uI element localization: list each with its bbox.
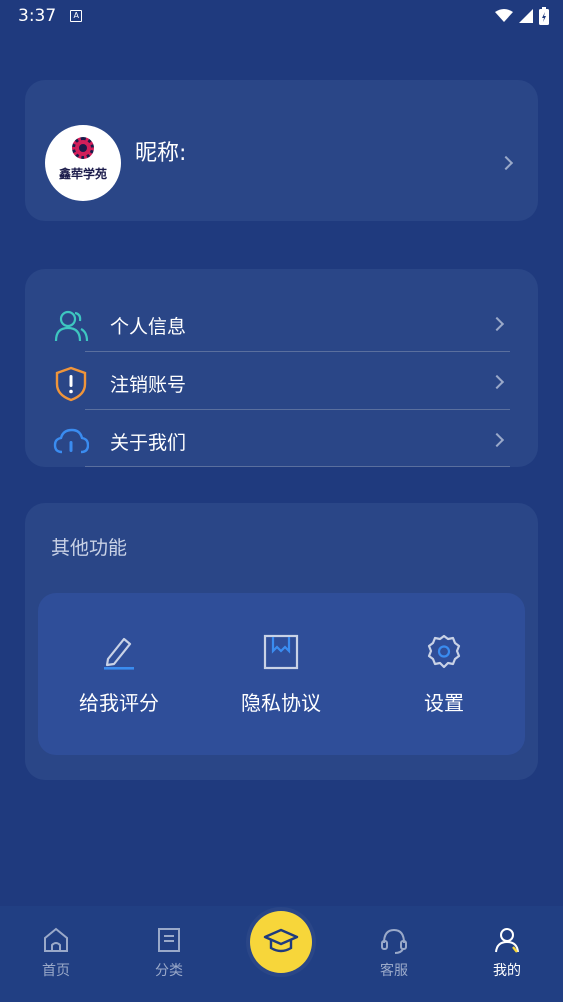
chevron-right-icon — [489, 374, 505, 390]
wifi-icon — [495, 9, 513, 22]
function-label: 给我评分 — [79, 691, 159, 715]
privacy-policy-button[interactable]: 隐私协议 — [200, 633, 362, 723]
tab-label: 首页 — [42, 963, 70, 979]
status-bar: 3:37 A — [0, 0, 563, 32]
menu-item-label: 个人信息 — [110, 316, 187, 338]
menu-item-personal-info[interactable]: 个人信息 — [25, 294, 538, 352]
chevron-right-icon — [489, 432, 505, 448]
bookmark-doc-icon — [263, 634, 299, 670]
gear-icon — [427, 634, 461, 669]
chevron-right-icon — [498, 155, 514, 171]
profile-card[interactable]: 鑫荦学苑 昵称: — [25, 80, 538, 221]
rate-us-button[interactable]: 给我评分 — [38, 633, 200, 723]
tab-customer-service[interactable]: 客服 — [354, 926, 434, 986]
users-icon — [54, 310, 89, 342]
home-icon — [44, 927, 68, 952]
tab-learning-center[interactable] — [250, 911, 312, 973]
function-label: 设置 — [424, 691, 464, 715]
status-icons — [495, 7, 549, 25]
section-title: 其他功能 — [51, 537, 128, 559]
cloud-info-icon — [53, 428, 89, 454]
shield-alert-icon — [55, 366, 87, 402]
tab-label: 我的 — [493, 963, 521, 979]
chevron-right-icon — [489, 316, 505, 332]
battery-icon — [539, 7, 549, 25]
menu-card: 个人信息 注销账号 关于我们 — [25, 269, 538, 467]
function-label: 隐私协议 — [241, 691, 321, 715]
other-functions-card: 其他功能 给我评分 隐私协议 设置 — [25, 503, 538, 780]
avatar[interactable]: 鑫荦学苑 — [45, 125, 121, 201]
avatar-logo-text: 鑫荦学苑 — [58, 167, 107, 181]
pencil-icon — [104, 637, 134, 670]
nickname-label: 昵称: — [135, 141, 187, 166]
signal-icon — [519, 9, 533, 23]
tab-mine[interactable]: 我的 — [467, 926, 547, 986]
tab-label: 分类 — [155, 963, 183, 979]
status-time: 3:37 — [18, 6, 57, 26]
headset-icon — [381, 928, 407, 954]
settings-button[interactable]: 设置 — [363, 633, 525, 723]
functions-panel: 给我评分 隐私协议 设置 — [38, 593, 525, 755]
user-icon — [495, 928, 519, 953]
tab-home[interactable]: 首页 — [16, 926, 96, 986]
notification-icon: A — [70, 10, 83, 22]
menu-item-cancel-account[interactable]: 注销账号 — [25, 352, 538, 410]
tab-category[interactable]: 分类 — [129, 926, 209, 986]
logo-icon — [72, 137, 94, 159]
book-icon — [158, 928, 180, 952]
graduation-cap-icon — [263, 928, 299, 953]
bottom-tab-bar: 首页 分类 客服 我的 — [0, 906, 563, 1002]
menu-item-label: 注销账号 — [110, 374, 187, 396]
menu-item-about-us[interactable]: 关于我们 — [25, 410, 538, 468]
menu-item-label: 关于我们 — [110, 432, 187, 454]
divider — [85, 466, 510, 467]
tab-label: 客服 — [380, 963, 408, 979]
